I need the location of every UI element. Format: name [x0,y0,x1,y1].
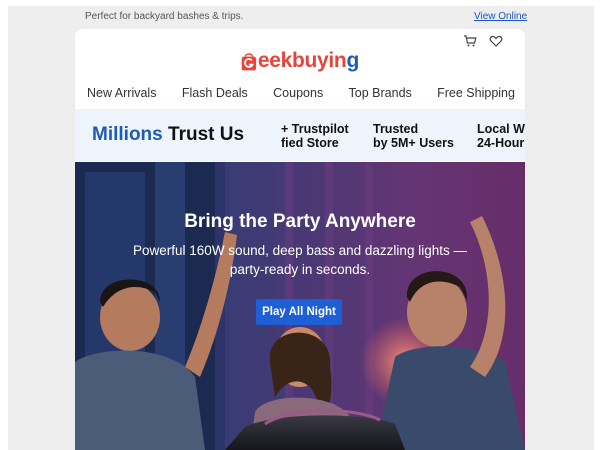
hero-subtitle: Powerful 160W sound, deep bass and dazzl… [115,241,485,279]
trust-item-users-line1: Trusted [373,122,419,136]
nav-free-shipping[interactable]: Free Shipping [437,86,515,108]
trust-item-users-line2: by 5M+ Users [373,136,454,150]
nav-flash-deals[interactable]: Flash Deals [182,86,248,108]
preheader-text: Perfect for backyard bashes & trips. [85,11,244,22]
trust-item-users: Trusted by 5M+ Users [373,122,454,150]
hero-subtitle-line1: Powerful 160W sound, deep bass and dazzl… [133,243,467,258]
header-icons [463,34,503,48]
shopping-bag-logo-icon [241,53,257,71]
trust-item-trustpilot-line2: fied Store [281,136,339,150]
email-frame: Perfect for backyard bashes & trips. Vie… [0,0,600,450]
trust-item-trustpilot-line1: + Trustpilot [281,122,349,136]
geekbuying-logo[interactable]: eekbuying [241,45,359,77]
email-card: eekbuying New Arrivals Flash Deals Coupo… [75,29,525,450]
trust-banner: Millions Trust Us + Trustpilot fied Stor… [75,109,525,161]
logo-wordmark-end: g [346,49,359,72]
logo-wordmark: eekbuying [258,49,359,73]
cart-icon[interactable] [463,34,477,48]
hero-subtitle-line2: party-ready in seconds. [229,262,371,277]
heart-icon[interactable] [489,34,503,48]
logo-wordmark-main: eekbuyin [257,49,347,72]
trust-item-local-line2: 24-Hour [477,136,525,150]
trust-title: Millions Trust Us [92,124,244,146]
nav-coupons[interactable]: Coupons [273,86,323,108]
view-online-link[interactable]: View Online [474,11,527,22]
hero-title: Bring the Party Anywhere [184,211,416,232]
trust-title-rest: Trust Us [168,124,245,145]
trust-item-local-line1: Local W [477,122,525,136]
hero-banner[interactable]: Bring the Party Anywhere Powerful 160W s… [75,162,525,450]
top-navigation: New Arrivals Flash Deals Coupons Top Bra… [75,86,525,108]
trust-item-local: Local W 24-Hour [477,122,525,150]
play-all-night-button[interactable]: Play All Night [256,299,342,325]
trust-title-highlight: Millions [92,124,163,145]
nav-new-arrivals[interactable]: New Arrivals [87,86,156,108]
nav-top-brands[interactable]: Top Brands [349,86,412,108]
trust-item-trustpilot: + Trustpilot fied Store [281,122,349,150]
